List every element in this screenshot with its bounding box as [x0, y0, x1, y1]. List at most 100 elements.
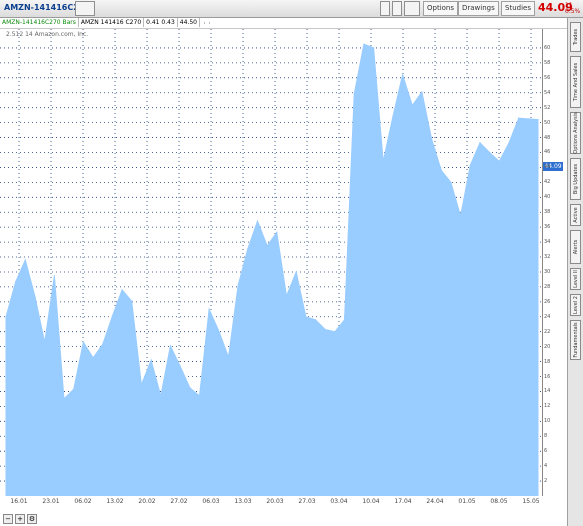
- sidebar-tab-label: Time And Sales: [572, 62, 579, 102]
- data-point: [421, 91, 423, 93]
- data-point: [227, 356, 230, 358]
- data-point: [440, 169, 442, 171]
- studies-button[interactable]: Studies: [501, 1, 535, 16]
- y-tick-label: 22: [544, 328, 551, 335]
- data-point: [179, 365, 181, 367]
- x-tick-label: 16.01: [10, 498, 28, 505]
- instrument-label: 2.512 14 Amazon.com, Inc.: [6, 31, 89, 38]
- y-tick-label: 40: [544, 194, 551, 201]
- right-sidebar: Trades Time And Sales Options Analysis Big …: [567, 18, 583, 526]
- data-point: [343, 319, 346, 321]
- y-tick-label: 50: [544, 119, 551, 126]
- x-tick-label: 06.02: [74, 498, 92, 505]
- data-point: [111, 315, 113, 317]
- symbol-icons[interactable]: [75, 1, 95, 16]
- x-tick-label: 27.02: [170, 498, 188, 505]
- layout-icon[interactable]: [404, 1, 420, 16]
- y-tick-label: 38: [544, 209, 551, 216]
- data-point: [489, 151, 491, 154]
- settings-icon[interactable]: ⚙: [27, 514, 37, 524]
- data-point: [198, 395, 201, 397]
- sidebar-tab[interactable]: Level II: [570, 268, 581, 290]
- data-point: [460, 215, 462, 217]
- y-tick-label: 6: [544, 448, 548, 455]
- sidebar-tab[interactable]: Fundamentals: [570, 320, 581, 360]
- data-point: [44, 341, 46, 343]
- subbar-item: [205, 22, 210, 24]
- y-tick-label: 26: [544, 298, 551, 305]
- sidebar-tab-label: Big Updates: [572, 163, 579, 195]
- y-tick-label: 20: [544, 343, 551, 350]
- data-point: [469, 164, 471, 166]
- data-point: [363, 43, 365, 45]
- data-point: [24, 259, 26, 261]
- y-tick-label: 32: [544, 254, 551, 261]
- data-point: [247, 248, 249, 250]
- sidebar-tab-label: Level 2: [572, 296, 579, 314]
- subbar-item: AMZN 141416 C270: [79, 18, 145, 27]
- data-point: [527, 118, 529, 120]
- data-point: [5, 316, 7, 318]
- data-point: [266, 245, 268, 247]
- data-point: [102, 343, 104, 345]
- price-change: 11 0.5%: [565, 2, 581, 15]
- sidebar-tab-label: Trades: [572, 28, 579, 46]
- y-tick-label: 12: [544, 403, 551, 410]
- sidebar-tab[interactable]: Big Updates: [570, 158, 581, 200]
- data-point: [276, 231, 278, 233]
- data-point: [411, 104, 413, 106]
- data-point: [314, 319, 317, 321]
- y-tick-label: 18: [544, 358, 551, 365]
- data-point: [285, 295, 288, 297]
- data-point: [208, 308, 210, 310]
- y-tick-label: 52: [544, 104, 551, 111]
- back-icon[interactable]: [380, 1, 390, 16]
- y-axis[interactable]: 44.09 2 4 6 8 10 12 14 16 18 20 22 24 26 28 30 32 34 36 38…: [542, 29, 567, 496]
- data-point: [334, 331, 336, 333]
- x-tick-label: 27.03: [298, 498, 316, 505]
- data-point: [82, 341, 84, 343]
- data-point: [34, 296, 36, 298]
- subbar-item: 0.41 0.43: [144, 18, 178, 27]
- data-point: [392, 116, 394, 118]
- data-point: [237, 284, 239, 286]
- y-tick-label: 58: [544, 59, 551, 66]
- zoom-in-icon[interactable]: +: [15, 514, 25, 524]
- data-point: [15, 281, 17, 283]
- sidebar-tab[interactable]: Level 2: [570, 294, 581, 316]
- sidebar-tab[interactable]: Active: [570, 204, 581, 226]
- data-point: [324, 328, 326, 331]
- sidebar-tab-label: Options Analysis: [572, 112, 579, 154]
- y-tick-label: 34: [544, 239, 551, 246]
- y-tick-label: 36: [544, 224, 551, 231]
- drawings-button[interactable]: Drawings: [458, 1, 499, 16]
- x-tick-label: 20.03: [266, 498, 284, 505]
- sidebar-tab[interactable]: Alerts: [570, 230, 581, 264]
- x-tick-label: 01.05: [458, 498, 476, 505]
- data-point: [479, 142, 481, 144]
- zoom-out-icon[interactable]: −: [3, 514, 13, 524]
- sidebar-tab-label: Level II: [572, 270, 579, 288]
- x-tick-label: 20.02: [138, 498, 156, 505]
- x-tick-label: 23.01: [42, 498, 60, 505]
- y-tick-label: 30: [544, 268, 551, 275]
- data-point: [295, 271, 297, 273]
- data-point: [353, 93, 355, 95]
- y-tick-label: 16: [544, 373, 551, 380]
- x-tick-label: 13.03: [234, 498, 252, 505]
- data-point: [518, 117, 520, 119]
- price-chart[interactable]: [0, 29, 542, 496]
- y-tick-label: 4: [544, 463, 548, 470]
- sidebar-tab-label: Active: [572, 207, 579, 223]
- y-tick-label: 24: [544, 313, 551, 320]
- forward-icon[interactable]: [392, 1, 402, 16]
- options-button[interactable]: Options: [423, 1, 459, 16]
- data-point: [382, 160, 384, 162]
- sidebar-tab[interactable]: Options Analysis: [570, 112, 581, 154]
- sidebar-tab[interactable]: Trades: [570, 22, 581, 52]
- data-point: [256, 220, 259, 222]
- sidebar-tab[interactable]: Time And Sales: [570, 56, 581, 108]
- y-tick-label: 44: [544, 164, 551, 171]
- data-point: [189, 387, 191, 389]
- data-point: [131, 300, 133, 302]
